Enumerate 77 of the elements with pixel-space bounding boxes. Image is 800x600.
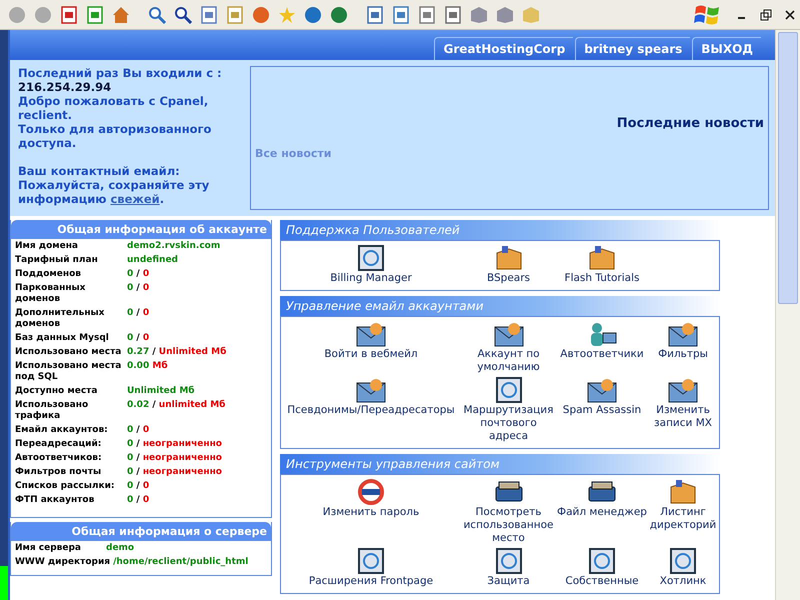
info-label: Баз данных Mysql [15, 333, 110, 344]
info-value: demo2.rvskin.com [127, 241, 220, 252]
info-value: Unlimited Мб [127, 386, 195, 397]
tool-link[interactable]: Изменить пароль [281, 478, 461, 547]
tool-link[interactable]: Изменить записи MX [648, 376, 718, 445]
tool-link[interactable]: Листинг директорий [648, 478, 718, 547]
info-label: Списков рассылки: [15, 481, 116, 492]
info-value: 0 / 0 [127, 269, 150, 280]
scrollbar[interactable] [775, 30, 800, 600]
info-value: 0 / неограниченно [127, 467, 222, 478]
section-title: Поддержка Пользователей [286, 223, 460, 237]
info-label: Использовано места [15, 347, 122, 358]
tool-link[interactable]: Фильтры [648, 320, 718, 376]
info-label: Емайл аккаунтов: [15, 425, 109, 436]
info-label: Доступно места [15, 386, 98, 397]
info-value: 0 / 0 [127, 333, 150, 344]
info-label: Поддоменов [15, 269, 82, 280]
info-label: Паркованных доменов [15, 283, 86, 305]
tool-link[interactable]: Собственные [556, 547, 648, 590]
info-label: Имя сервера [15, 543, 82, 554]
info-value: /home/reclient/public_html [113, 557, 248, 568]
restore-icon[interactable] [760, 8, 772, 20]
star-icon[interactable] [278, 6, 296, 24]
keep-note: Пожалуйста, сохраняйте эту информацию свежей. [18, 178, 210, 206]
info-value: 0 / неограниченно [127, 453, 222, 464]
tool-link[interactable]: Маршрутизация почтового адреса [461, 376, 556, 445]
info-value: 0.00 Мб [127, 361, 168, 373]
info-label: ФТП аккаунтов [15, 495, 96, 506]
box-title: Общая информация о сервере [11, 522, 271, 541]
tool-link[interactable]: Flash Tutorials [556, 244, 648, 287]
close-icon[interactable] [784, 8, 796, 20]
info-value: 0.27 / Unlimited Мб [127, 347, 226, 358]
section-title: Инструменты управления сайтом [286, 457, 500, 471]
news-title: Последние новости [616, 116, 764, 130]
status-strip [0, 566, 8, 600]
greeting-text: Добро пожаловать с Cpanel, reclient. [18, 94, 210, 122]
info-value: 0 / 0 [127, 308, 150, 320]
info-label: Использовано места под SQL [15, 361, 122, 383]
info-value: 0 / 0 [127, 283, 150, 295]
info-value: 0.02 / unlimited Мб [127, 400, 226, 412]
scroll-thumb[interactable] [778, 32, 798, 304]
tool-link[interactable]: BSpears [461, 244, 556, 287]
ip-address: 216.254.29.94 [18, 80, 112, 94]
tool-link[interactable]: Spam Assassin [556, 376, 648, 445]
section-title: Управление емайл аккаунтами [286, 299, 484, 313]
tool-link[interactable]: Расширения Frontpage [281, 547, 461, 590]
info-value: 0 / 0 [127, 495, 150, 506]
email-label: Ваш контактный емайл: [18, 164, 181, 178]
info-label: Использовано трафика [15, 400, 90, 422]
info-value: 0 / 0 [127, 425, 150, 436]
info-label: Имя домена [15, 241, 80, 252]
box-title: Общая информация об аккаунте [11, 220, 271, 239]
search-icon[interactable] [148, 6, 166, 24]
tool-link[interactable]: Псевдонимы/Переадресаторы [281, 376, 461, 445]
info-label: Переадресаций: [15, 439, 102, 450]
auth-note: Только для авторизованного доступа. [18, 122, 212, 150]
info-label: Фильтров почты [15, 467, 102, 478]
tool-link[interactable]: Войти в вебмейл [281, 320, 461, 376]
info-value: 0 / неограниченно [127, 439, 222, 450]
tool-link[interactable]: Защита [461, 547, 556, 590]
info-value: 0 / 0 [127, 481, 150, 492]
info-label: Дополнительных доменов [15, 308, 106, 330]
info-value: undefined [127, 255, 178, 266]
windows-logo-icon [694, 2, 720, 26]
info-label: WWW директория [15, 557, 110, 568]
tool-link[interactable]: Хотлинк [648, 547, 718, 590]
info-label: Автоответчиков: [15, 453, 103, 464]
info-label: Тарифный план [15, 255, 99, 266]
tool-link[interactable]: Автоответчики [556, 320, 648, 376]
tool-link[interactable]: Billing Manager [281, 244, 461, 287]
tool-link[interactable]: Аккаунт по умолчанию [461, 320, 556, 376]
fresh-link[interactable]: свежей [110, 192, 160, 206]
tool-link[interactable]: Посмотреть использованное место [461, 478, 556, 547]
last-login-label: Последний раз Вы входили с : [18, 66, 223, 80]
home-icon[interactable] [112, 6, 130, 24]
tool-link[interactable]: Файл менеджер [556, 478, 648, 547]
info-value: demo [106, 543, 134, 554]
